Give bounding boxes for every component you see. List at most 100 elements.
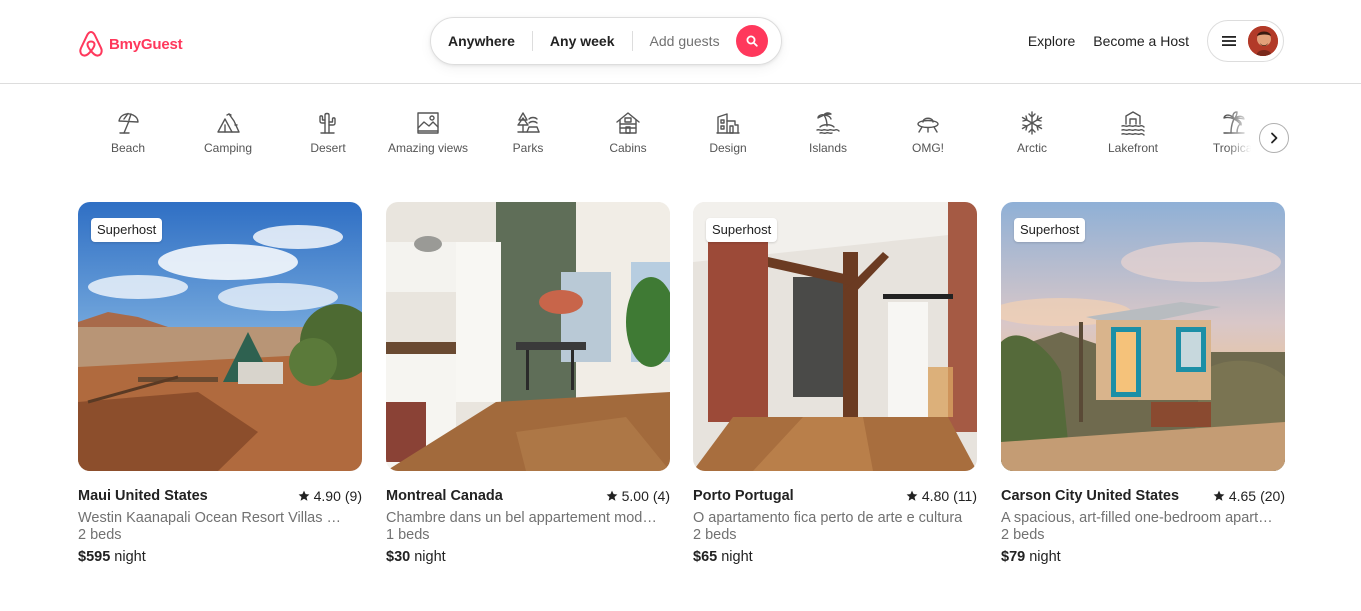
listing-location: Maui United States [78,488,208,504]
listing-beds: 2 beds [1001,527,1045,543]
listing-rating: 5.00 (4) [606,488,670,504]
price-unit: night [721,549,753,565]
rating-value: 4.65 [1228,488,1257,504]
cabin-icon [616,112,640,134]
beach-umbrella-icon [118,112,139,134]
listing-photo[interactable]: Superhost [78,202,362,471]
category-label: Beach [110,141,146,155]
chevron-right-icon [1271,132,1278,144]
cactus-icon [319,112,336,134]
rating-value: 4.80 [921,488,950,504]
category-islands[interactable]: Islands [778,110,878,155]
price-amount: $30 [386,549,411,565]
avatar [1248,26,1278,56]
search-icon [746,35,758,47]
category-bar: Beach Camping Desert Amazing views Parks… [78,110,1261,160]
search-button[interactable] [735,25,768,57]
landscape-frame-icon [417,112,439,134]
trees-icon [517,112,540,133]
listing-photo[interactable]: Superhost [1001,202,1285,471]
listing-price: $595 night [78,549,362,565]
category-label: OMG! [912,141,944,155]
category-lakefront[interactable]: Lakefront [1083,110,1183,155]
listing-beds: 2 beds [693,527,737,543]
listing-rating: 4.65 (20) [1213,488,1285,504]
category-design[interactable]: Design [678,110,778,155]
price-unit: night [1029,549,1061,565]
category-omg[interactable]: OMG! [878,110,978,155]
listing-beds: 1 beds [386,527,430,543]
superhost-badge: Superhost [1014,218,1086,242]
price-unit: night [414,549,446,565]
header-nav: Explore Become a Host [1028,20,1284,62]
snowflake-icon [1021,111,1043,135]
lake-house-icon [1121,111,1145,136]
user-menu-button[interactable] [1207,20,1284,62]
category-label: Desert [310,141,346,155]
review-count: (9) [344,488,362,504]
ufo-icon [917,117,939,133]
price-amount: $65 [693,549,718,565]
listing-location: Montreal Canada [386,488,503,504]
price-unit: night [114,549,146,565]
category-label: Arctic [1017,141,1047,155]
category-scroll-next-button[interactable] [1259,123,1289,153]
explore-link[interactable]: Explore [1028,33,1075,49]
review-count: (4) [652,488,670,504]
category-amazing-views[interactable]: Amazing views [378,110,478,155]
category-camping[interactable]: Camping [178,110,278,155]
listing-price: $79 night [1001,549,1285,565]
category-desert[interactable]: Desert [278,110,378,155]
tent-icon [217,113,240,133]
listing-card[interactable]: Superhost Carson City United States 4.65… [1001,202,1285,565]
listing-description: O apartamento fica perto de arte e cultu… [693,510,963,526]
brand-name: BmyGuest [109,35,183,53]
category-label: Design [709,141,747,155]
top-header: BmyGuest Anywhere Any week Add guests Ex… [0,0,1361,84]
listing-rating: 4.90 (9) [298,488,362,504]
listing-location: Carson City United States [1001,488,1180,504]
hamburger-icon [1222,36,1236,46]
review-count: (20) [1260,488,1285,504]
listing-description: A spacious, art-filled one-bedroom apart… [1001,510,1273,526]
category-fade [1226,108,1262,158]
category-label: Islands [808,141,848,155]
listing-photo[interactable]: Superhost [693,202,977,471]
star-icon [906,490,918,501]
search-dates[interactable]: Any week [533,31,632,51]
listing-price: $65 night [693,549,977,565]
category-parks[interactable]: Parks [478,110,578,155]
listing-beds: 2 beds [78,527,122,543]
listing-description: Westin Kaanapali Ocean Resort Villas Nor… [78,510,350,526]
category-label: Lakefront [1107,141,1159,155]
search-bar[interactable]: Anywhere Any week Add guests [430,17,782,65]
rating-value: 5.00 [621,488,649,504]
search-location[interactable]: Anywhere [431,31,532,51]
star-icon [1213,490,1225,501]
listing-card[interactable]: Superhost Maui United States 4.90 (9) We… [78,202,362,565]
listing-location: Porto Portugal [693,488,794,504]
search-guests[interactable]: Add guests [633,31,734,51]
price-amount: $79 [1001,549,1026,565]
category-cabins[interactable]: Cabins [578,110,678,155]
island-icon [816,112,840,134]
listing-photo[interactable] [386,202,670,471]
category-label: Cabins [609,141,647,155]
category-beach[interactable]: Beach [78,110,178,155]
listing-price: $30 night [386,549,670,565]
superhost-badge: Superhost [91,218,163,242]
review-count: (11) [953,488,977,504]
category-label: Amazing views [387,141,469,155]
superhost-badge: Superhost [706,218,778,242]
listing-card[interactable]: Superhost Porto Portugal 4.80 (11) O apa… [693,202,977,565]
listing-card[interactable]: Montreal Canada 5.00 (4) Chambre dans un… [386,202,670,565]
price-amount: $595 [78,549,111,565]
star-icon [298,490,310,501]
category-arctic[interactable]: Arctic [982,110,1082,155]
brand-logo[interactable]: BmyGuest [78,30,183,58]
become-host-link[interactable]: Become a Host [1093,33,1189,49]
brand-logo-icon [79,31,103,57]
category-label: Camping [203,141,253,155]
star-icon [606,490,618,501]
category-label: Parks [512,141,544,155]
